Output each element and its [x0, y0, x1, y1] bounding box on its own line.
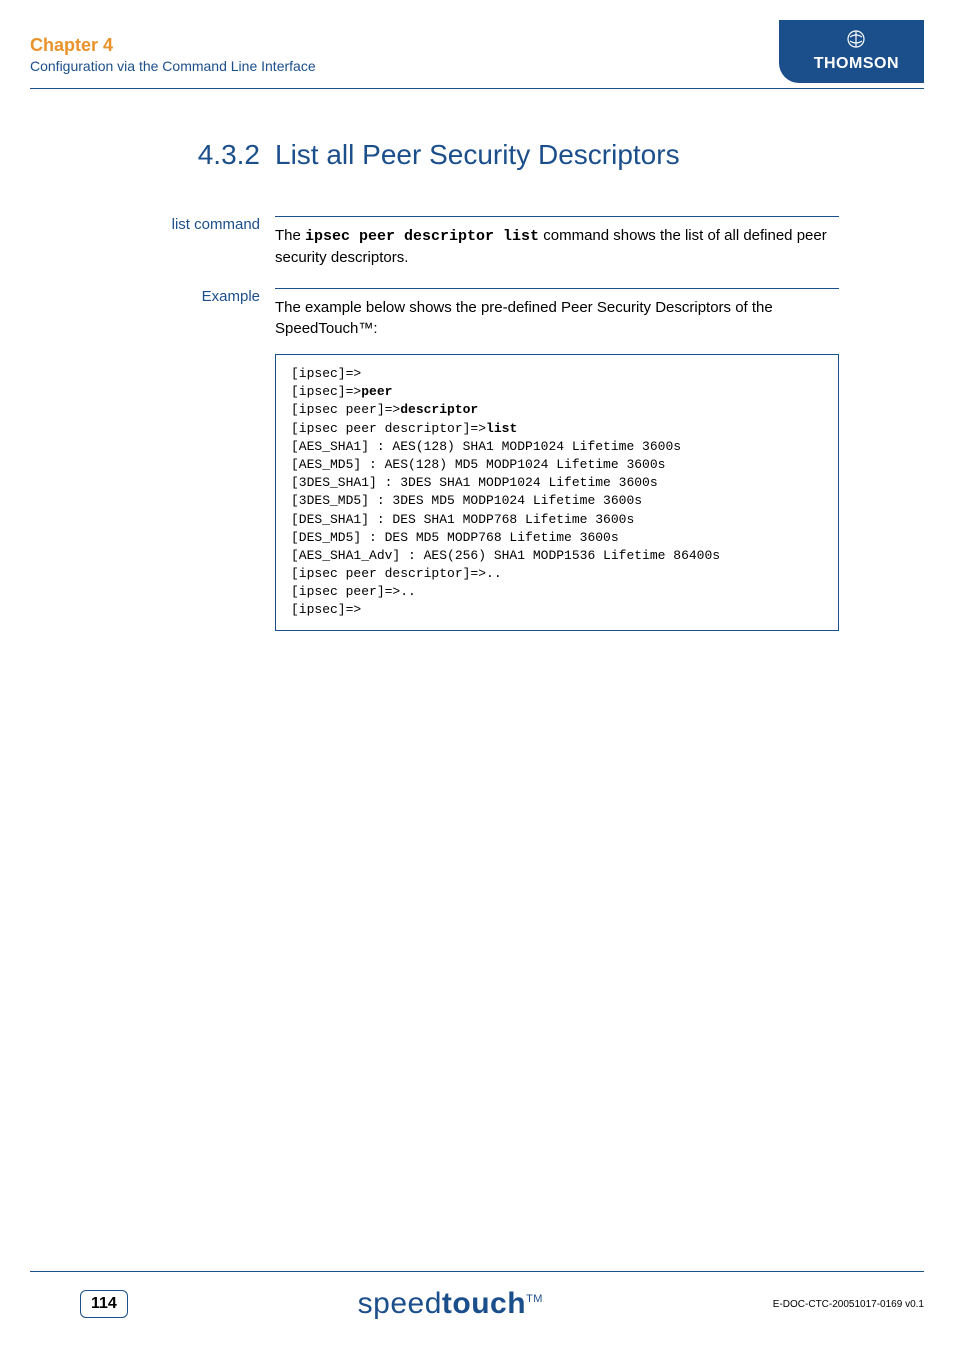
thomson-brand-text: THOMSON	[814, 55, 899, 73]
code-line: [AES_MD5] : AES(128) MD5 MODP1024 Lifeti…	[291, 457, 665, 472]
page-footer: 114 speedtouchTM E-DOC-CTC-20051017-0169…	[0, 1271, 954, 1321]
code-bold: descriptor	[400, 402, 478, 417]
code-line: [DES_SHA1] : DES SHA1 MODP768 Lifetime 3…	[291, 512, 634, 527]
code-line: [3DES_SHA1] : 3DES SHA1 MODP1024 Lifetim…	[291, 475, 658, 490]
footer-rule	[30, 1271, 924, 1272]
example-row: Example The example below shows the pre-…	[30, 288, 839, 631]
footer-content: 114 speedtouchTM E-DOC-CTC-20051017-0169…	[30, 1287, 924, 1321]
code-line: [ipsec]=>	[291, 602, 361, 617]
logo-light: speed	[358, 1287, 442, 1320]
code-line: [AES_SHA1] : AES(128) SHA1 MODP1024 Life…	[291, 439, 681, 454]
section-title: List all Peer Security Descriptors	[275, 139, 680, 171]
example-label: Example	[30, 288, 275, 631]
section-rule	[275, 288, 839, 289]
list-command-text: The ipsec peer descriptor list command s…	[275, 225, 839, 268]
list-command-row: list command The ipsec peer descriptor l…	[30, 216, 839, 268]
thomson-logo: THOMSON	[779, 20, 924, 83]
list-command-label: list command	[30, 216, 275, 268]
logo-tm: TM	[526, 1293, 543, 1305]
text-prefix: The	[275, 227, 305, 244]
thomson-icon	[814, 30, 899, 53]
section-rule	[275, 216, 839, 217]
example-body: The example below shows the pre-defined …	[275, 288, 839, 631]
doc-reference: E-DOC-CTC-20051017-0169 v0.1	[773, 1299, 924, 1310]
code-line: [ipsec]=>	[291, 366, 361, 381]
header-left: Chapter 4 Configuration via the Command …	[30, 20, 316, 74]
code-line: [ipsec peer descriptor]=>..	[291, 566, 502, 581]
code-line: [AES_SHA1_Adv] : AES(256) SHA1 MODP1536 …	[291, 548, 720, 563]
code-line: [ipsec peer]=>..	[291, 584, 416, 599]
chapter-label: Chapter 4	[30, 35, 316, 56]
code-line-prefix: [ipsec]=>	[291, 384, 361, 399]
example-intro: The example below shows the pre-defined …	[275, 297, 839, 339]
main-content: 4.3.2 List all Peer Security Descriptors…	[0, 89, 954, 631]
code-bold: peer	[361, 384, 392, 399]
list-command-body: The ipsec peer descriptor list command s…	[275, 216, 839, 268]
logo-bold: touch	[442, 1287, 526, 1320]
code-line-prefix: [ipsec peer]=>	[291, 402, 400, 417]
code-line: [DES_MD5] : DES MD5 MODP768 Lifetime 360…	[291, 530, 619, 545]
code-line-prefix: [ipsec peer descriptor]=>	[291, 421, 486, 436]
page-number: 114	[80, 1290, 128, 1318]
chapter-subtitle: Configuration via the Command Line Inter…	[30, 58, 316, 74]
code-block: [ipsec]=> [ipsec]=>peer [ipsec peer]=>de…	[275, 354, 839, 631]
code-line: [3DES_MD5] : 3DES MD5 MODP1024 Lifetime …	[291, 493, 642, 508]
section-heading: 4.3.2 List all Peer Security Descriptors	[30, 139, 839, 171]
page-header: Chapter 4 Configuration via the Command …	[0, 0, 954, 83]
command-text: ipsec peer descriptor list	[305, 228, 539, 245]
code-bold: list	[486, 421, 517, 436]
speedtouch-logo: speedtouchTM	[358, 1287, 543, 1321]
section-number: 4.3.2	[30, 139, 275, 171]
